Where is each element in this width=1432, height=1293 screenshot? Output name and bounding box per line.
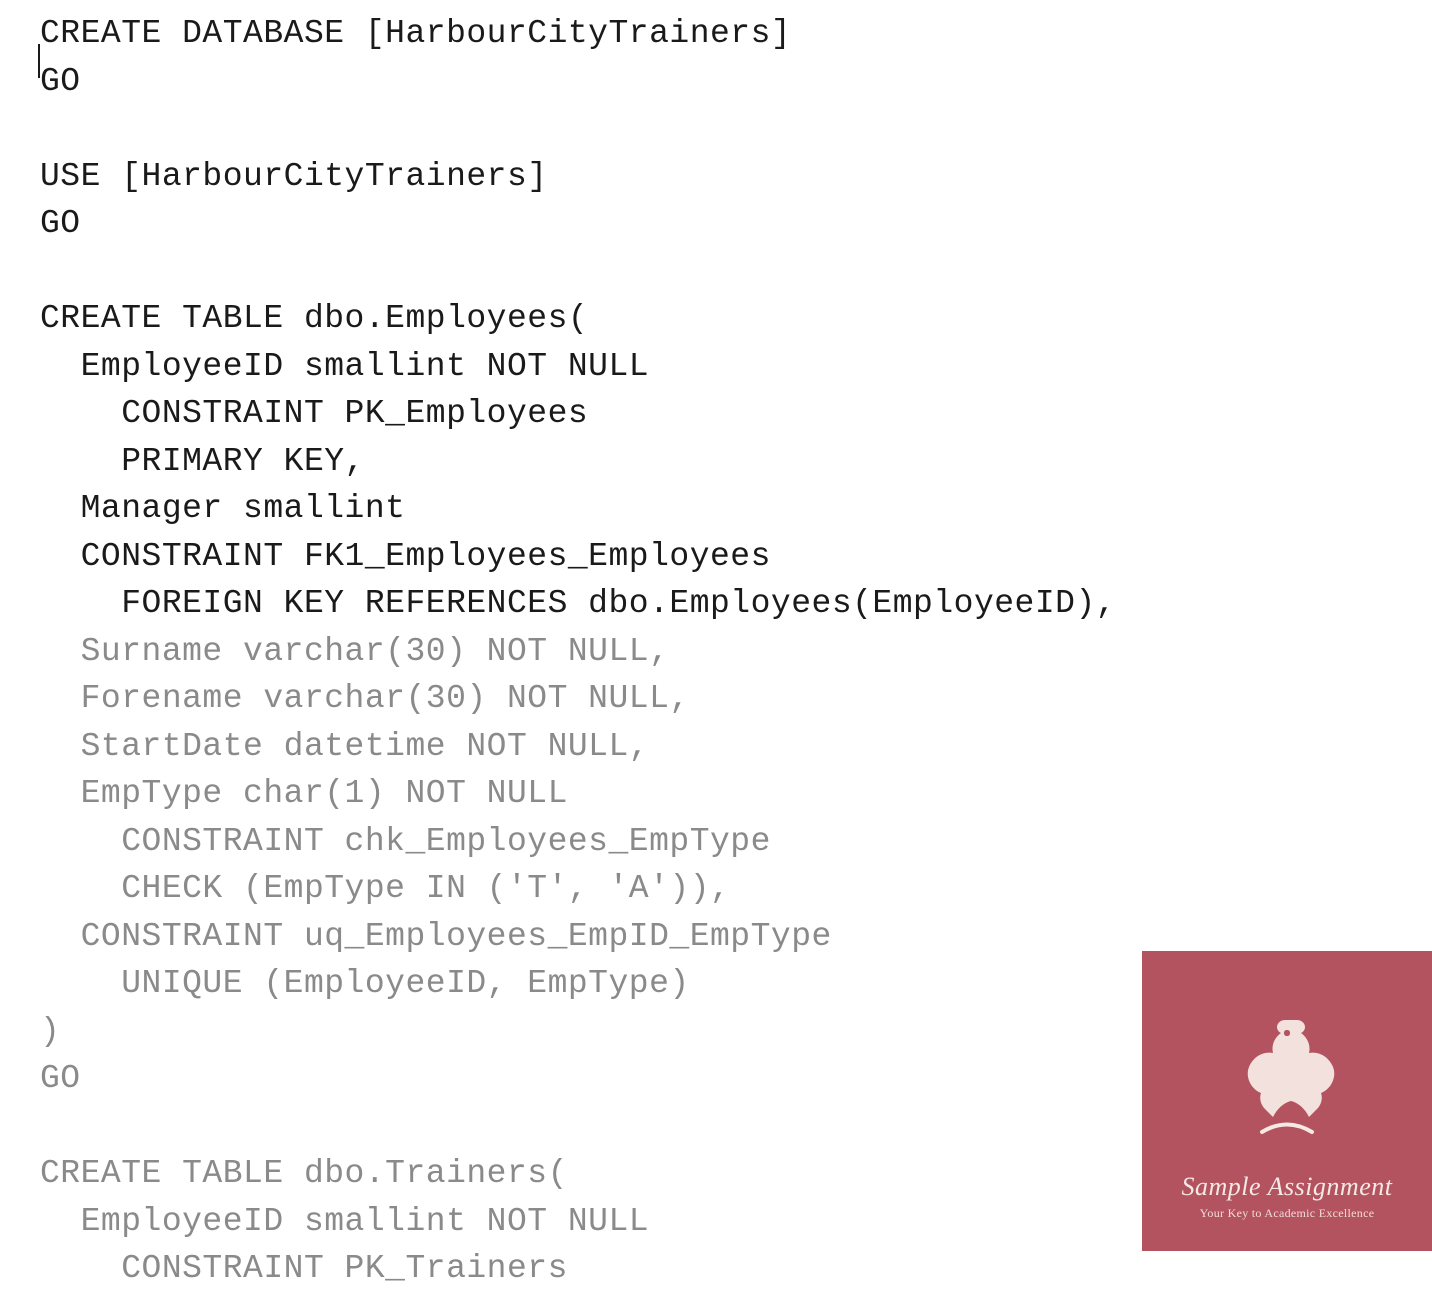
watermark-logo-icon [1227, 1012, 1347, 1152]
code-line: GO [40, 58, 1432, 106]
code-text: CONSTRAINT uq_Employees_EmpID_EmpType [40, 918, 832, 955]
code-text: CONSTRAINT FK1_Employees_Employees [40, 538, 771, 575]
code-text: GO [40, 63, 81, 100]
code-text: CREATE TABLE dbo.Employees( [40, 300, 588, 337]
watermark-title: Sample Assignment [1182, 1172, 1393, 1202]
code-line: CONSTRAINT PK_Trainers [40, 1245, 1432, 1293]
code-text: GO [40, 205, 81, 242]
code-line: GO [40, 200, 1432, 248]
code-text: Forename varchar(30) NOT NULL, [40, 680, 690, 717]
code-text: EmployeeID smallint NOT NULL [40, 348, 649, 385]
code-line: CONSTRAINT chk_Employees_EmpType [40, 818, 1432, 866]
code-text: EmployeeID smallint NOT NULL [40, 1203, 649, 1240]
code-text: USE [HarbourCityTrainers] [40, 158, 548, 195]
code-text [40, 110, 60, 147]
code-text: CREATE TABLE dbo.Trainers( [40, 1155, 568, 1192]
code-text: CHECK (EmpType IN ('T', 'A')), [40, 870, 730, 907]
code-line: CONSTRAINT FK1_Employees_Employees [40, 533, 1432, 581]
code-line [40, 105, 1432, 153]
code-line: USE [HarbourCityTrainers] [40, 153, 1432, 201]
code-text: Manager smallint [40, 490, 405, 527]
code-text [40, 1108, 60, 1145]
code-text: StartDate datetime NOT NULL, [40, 728, 649, 765]
code-text: PRIMARY KEY, [40, 443, 365, 480]
code-text [40, 253, 60, 290]
code-text: CONSTRAINT chk_Employees_EmpType [40, 823, 771, 860]
watermark-badge: Sample Assignment Your Key to Academic E… [1142, 951, 1432, 1251]
code-line: PRIMARY KEY, [40, 438, 1432, 486]
code-text: Surname varchar(30) NOT NULL, [40, 633, 669, 670]
code-line: EmployeeID smallint NOT NULL [40, 343, 1432, 391]
code-text: ) [40, 1013, 60, 1050]
code-line: Surname varchar(30) NOT NULL, [40, 628, 1432, 676]
code-line [40, 248, 1432, 296]
code-text: EmpType char(1) NOT NULL [40, 775, 568, 812]
code-text: CONSTRAINT PK_Trainers [40, 1250, 568, 1287]
code-text: FOREIGN KEY REFERENCES dbo.Employees(Emp… [40, 585, 1116, 622]
code-line: CHECK (EmpType IN ('T', 'A')), [40, 865, 1432, 913]
code-line: Forename varchar(30) NOT NULL, [40, 675, 1432, 723]
code-line: EmpType char(1) NOT NULL [40, 770, 1432, 818]
code-line: CREATE TABLE dbo.Employees( [40, 295, 1432, 343]
code-line: CREATE DATABASE [HarbourCityTrainers] [40, 10, 1432, 58]
watermark-subtitle: Your Key to Academic Excellence [1200, 1206, 1375, 1221]
code-text: GO [40, 1060, 81, 1097]
code-line: Manager smallint [40, 485, 1432, 533]
code-line: CONSTRAINT PK_Employees [40, 390, 1432, 438]
code-text: CREATE DATABASE [HarbourCityTrainers] [40, 15, 791, 52]
code-text: UNIQUE (EmployeeID, EmpType) [40, 965, 690, 1002]
code-line: FOREIGN KEY REFERENCES dbo.Employees(Emp… [40, 580, 1432, 628]
code-text: CONSTRAINT PK_Employees [40, 395, 588, 432]
code-line: StartDate datetime NOT NULL, [40, 723, 1432, 771]
